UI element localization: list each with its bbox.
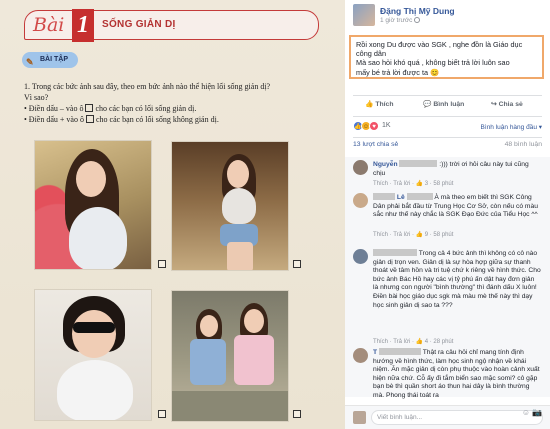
share-count[interactable]: 13 lượt chia sẻ: [353, 141, 398, 148]
camera-icon[interactable]: ☺📷: [522, 408, 544, 417]
avatar: [353, 411, 366, 424]
answer-box: [158, 410, 166, 418]
redacted-name: [373, 193, 395, 200]
question-option-line: • Điền dấu + vào ô cho các bạn có lối sốn…: [24, 115, 219, 124]
divider: [353, 95, 542, 96]
exercise-tag: ✎ BÀI TẬP: [22, 52, 78, 68]
pencil-icon: ✎: [26, 57, 34, 67]
answer-box: [293, 260, 301, 268]
comment-count: 48 bình luận: [504, 141, 542, 148]
answer-box: [85, 115, 94, 123]
answer-box: [158, 260, 166, 268]
comment-text: T Thật ra câu hỏi chỉ mang tính định hướ…: [373, 348, 540, 399]
lesson-number: 1: [72, 9, 94, 42]
avatar[interactable]: [353, 160, 368, 175]
answer-box: [293, 410, 301, 418]
post-header: Đặng Thị Mỹ Dung 1 giờ trước: [345, 0, 550, 32]
post-timestamp[interactable]: 1 giờ trước: [380, 17, 421, 24]
lesson-header: Bài 1 SỐNG GIẢN DỊ: [24, 9, 319, 42]
comment-list: Nguyễn :))) trời ơi hỏi câu này tui cũng…: [345, 157, 550, 399]
question-text: 1. Trong các bức ảnh sau đây, theo em bứ…: [24, 81, 324, 125]
avatar[interactable]: [353, 4, 375, 26]
share-icon: ↪: [491, 101, 497, 108]
avatar[interactable]: [353, 348, 368, 363]
redacted-name: [399, 160, 438, 167]
answer-box: [85, 104, 94, 112]
thumbs-up-icon: 👍: [365, 101, 374, 108]
lesson-word: Bài: [33, 14, 65, 36]
textbook-photo: Bài 1 SỐNG GIẢN DỊ ✎ BÀI TẬP 1. Trong cá…: [0, 0, 345, 429]
exercise-tag-label: BÀI TẬP: [40, 56, 68, 63]
comment-icon: 💬: [423, 101, 432, 108]
photo-girl-balloons: [34, 140, 152, 270]
avatar[interactable]: [353, 193, 368, 208]
love-reaction-icon: ♥: [369, 121, 379, 131]
reply-bar: Viết bình luận... ☺📷: [345, 405, 550, 429]
like-button[interactable]: 👍 Thích: [365, 100, 393, 108]
comment-meta[interactable]: Thích · Trả lời · 👍 3 · 58 phút: [373, 180, 453, 187]
redacted-name: [373, 249, 417, 256]
globe-icon: [414, 17, 421, 23]
comment-text: Nguyễn :))) trời ơi hỏi câu này tui cũng…: [373, 160, 529, 177]
divider: [353, 137, 542, 138]
photo-girl-shorts: [171, 141, 289, 271]
post-body: Rồi xong Du được vào SGK , nghe đồn là G…: [349, 35, 544, 79]
avatar[interactable]: [353, 249, 368, 264]
reaction-count[interactable]: 1K: [382, 122, 391, 129]
share-button[interactable]: ↪ Chia sẻ: [491, 100, 523, 108]
facebook-post: Đặng Thị Mỹ Dung 1 giờ trước Rồi xong Du…: [345, 0, 550, 429]
comment-input[interactable]: Viết bình luận...: [371, 410, 543, 425]
photo-two-girls: [171, 290, 289, 422]
lesson-title: SỐNG GIẢN DỊ: [102, 19, 176, 30]
comment-text: Lê À mà theo em biết thì SGK Công Dân ph…: [373, 193, 538, 219]
post-action-bar: 👍 Thích 💬 Bình luận ↪ Chia sẻ: [353, 100, 543, 112]
question-line: Vì sao?: [24, 93, 49, 102]
question-line: 1. Trong các bức ảnh sau đây, theo em bứ…: [24, 82, 271, 91]
comment-text: Trong cả 4 bức ảnh thì không có cô nào g…: [373, 249, 541, 309]
comment-meta[interactable]: Thích · Trả lời · 👍 9 · 58 phút: [373, 231, 453, 238]
question-option-line: • Điền dấu – vào ô cho các bạn có lối sốn…: [24, 104, 197, 113]
comment-meta[interactable]: Thích · Trả lời · 👍 4 · 28 phút: [373, 338, 453, 345]
post-author[interactable]: Đặng Thị Mỹ Dung: [380, 6, 455, 16]
divider: [353, 116, 542, 117]
comment-sort-dropdown[interactable]: Bình luận hàng đầu ▾: [481, 123, 542, 131]
redacted-name: [378, 348, 421, 355]
redacted-name: [406, 193, 433, 200]
comment-button[interactable]: 💬 Bình luận: [423, 100, 464, 108]
photo-girl-sunglasses: [34, 289, 152, 421]
